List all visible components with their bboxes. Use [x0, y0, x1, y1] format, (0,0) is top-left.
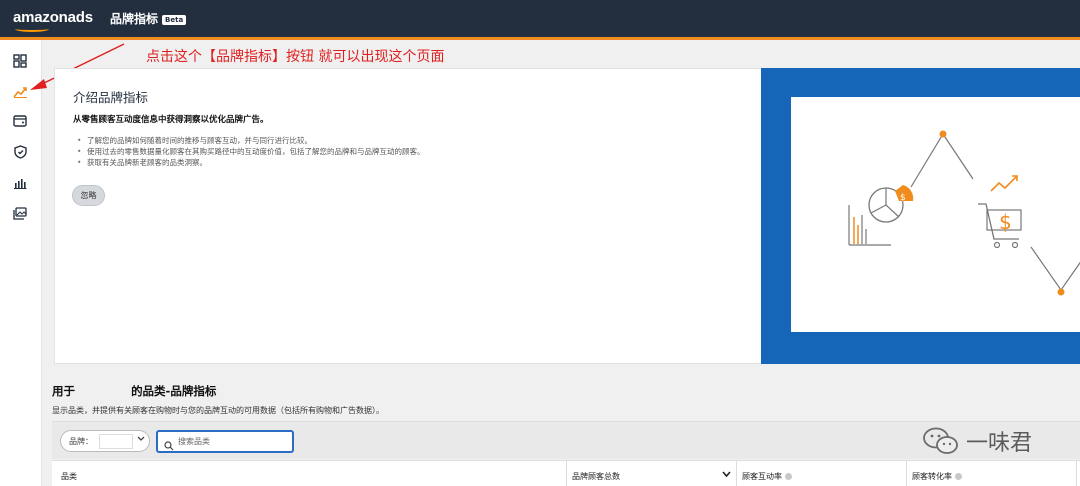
app-title-text: 品牌指标 [110, 12, 159, 26]
top-nav-bar: amazonads 品牌指标 Beta [0, 0, 1080, 37]
dashboard-icon[interactable] [11, 52, 29, 70]
search-icon [164, 436, 174, 455]
engagement-rate-label: 顾客互动率 [742, 472, 782, 481]
svg-text:$: $ [999, 210, 1012, 234]
info-icon[interactable] [955, 473, 962, 480]
column-header-category[interactable]: 品类 [61, 471, 77, 482]
accent-line [0, 37, 1080, 40]
logo-text: amazonads [13, 9, 93, 26]
bar-chart-icon[interactable] [11, 174, 29, 192]
category-search-input[interactable] [178, 434, 288, 449]
brand-filter-dropdown[interactable]: 品牌： [60, 430, 150, 452]
category-title-suffix: 的品类-品牌指标 [131, 384, 217, 398]
column-header-total-customers[interactable]: 品牌顾客总数 [572, 471, 620, 482]
media-library-icon[interactable] [11, 204, 29, 222]
beta-badge: Beta [162, 15, 187, 25]
intro-subtitle: 从零售顾客互动度信息中获得洞察以优化品牌广告。 [73, 115, 269, 125]
brand-filter-label: 品牌： [69, 437, 93, 446]
column-header-conversion-rate[interactable]: 顾客转化率 [912, 471, 962, 482]
sort-chevron-icon[interactable] [722, 469, 731, 481]
dismiss-button[interactable]: 忽略 [72, 185, 105, 206]
shield-icon[interactable] [11, 143, 29, 161]
category-section-title: 用于 的品类-品牌指标 [52, 383, 216, 399]
wechat-watermark: 一味君 [922, 425, 1032, 457]
hero-illustration-panel: $ $ [761, 68, 1080, 364]
category-section-description: 显示品类，并提供有关顾客在购物时与您的品牌互动的可用数据（包括所有购物和广告数据… [52, 406, 384, 415]
column-divider [906, 461, 907, 486]
sidebar [0, 40, 42, 486]
intro-bullet: 了解您的品牌如何随着时间的推移与顾客互动，并与同行进行比较。 [77, 135, 425, 146]
column-divider [736, 461, 737, 486]
svg-text:$: $ [900, 193, 906, 203]
trend-chart-icon[interactable] [11, 83, 29, 101]
hero-illustration: $ $ [791, 97, 1080, 332]
column-header-engagement-rate[interactable]: 顾客互动率 [742, 471, 792, 482]
intro-title: 介绍品牌指标 [73, 90, 149, 105]
intro-bullet-list: 了解您的品牌如何随着时间的推移与顾客互动，并与同行进行比较。 使用过去的零售数据… [77, 135, 425, 168]
wechat-icon [923, 427, 958, 454]
category-title-prefix: 用于 [52, 384, 75, 398]
column-divider [1076, 461, 1077, 486]
conversion-rate-label: 顾客转化率 [912, 472, 952, 481]
annotation-text: 点击这个【品牌指标】按钮 就可以出现这个页面 [146, 49, 445, 65]
chevron-down-icon [137, 434, 145, 446]
column-divider [566, 461, 567, 486]
app-title: 品牌指标 Beta [110, 10, 187, 27]
intro-bullet: 使用过去的零售数据量化顾客在其购买路径中的互动度价值，包括了解您的品牌和与品牌互… [77, 146, 425, 157]
brand-filter-value [99, 434, 133, 449]
watermark-text: 一味君 [966, 431, 1033, 456]
intro-bullet: 获取有关品牌新老顾客的品类洞察。 [77, 157, 425, 168]
category-table-header: 品类 品牌顾客总数 顾客互动率 顾客转化率 [52, 460, 1080, 486]
wallet-icon[interactable] [11, 112, 29, 130]
info-icon[interactable] [785, 473, 792, 480]
logo-smile [15, 26, 49, 32]
category-search-box[interactable] [156, 430, 294, 453]
amazon-ads-logo[interactable]: amazonads [13, 9, 93, 32]
